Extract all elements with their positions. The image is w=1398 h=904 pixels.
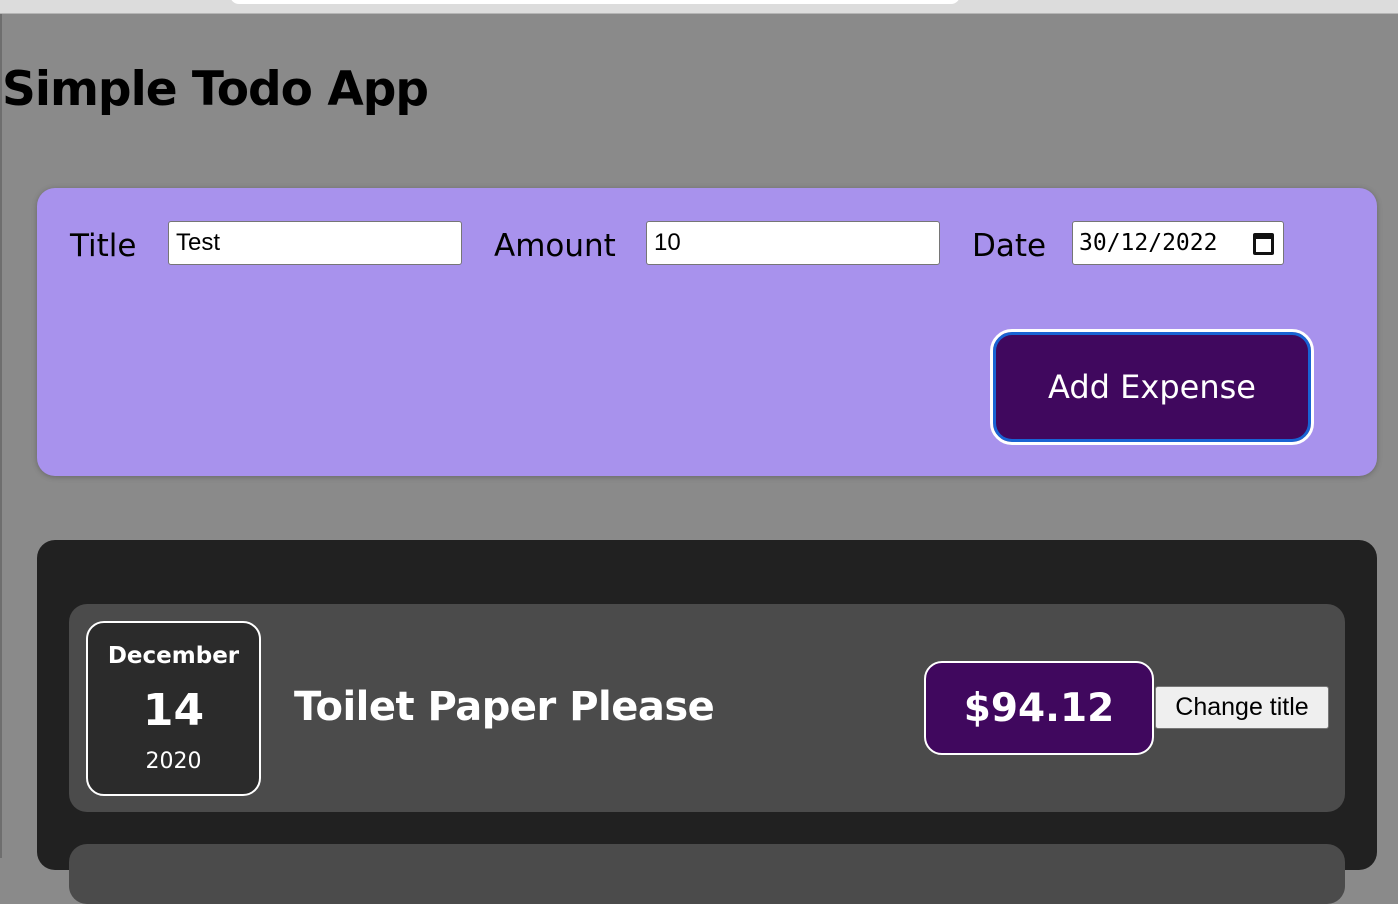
add-expense-button[interactable]: Add Expense (990, 329, 1314, 445)
expense-item: December 14 2020 Toilet Paper Please $94… (69, 604, 1345, 812)
change-title-button[interactable]: Change title (1155, 686, 1329, 729)
expense-title: Toilet Paper Please (294, 684, 715, 730)
amount-label: Amount (494, 228, 616, 264)
browser-top-bar (0, 0, 1398, 14)
expense-date: December 14 2020 (86, 621, 261, 796)
address-bar[interactable] (230, 0, 960, 4)
expense-price: $94.12 (924, 661, 1154, 755)
window-edge (0, 14, 2, 858)
page-title: Simple Todo App (2, 62, 429, 117)
expense-date-day: 14 (142, 685, 205, 736)
expense-date-month: December (107, 643, 240, 669)
date-input[interactable]: 30/12/2022 (1072, 221, 1284, 265)
new-expense-form: Title Amount Date 30/12/2022 Add Expense (37, 188, 1377, 476)
expense-item-partial (69, 844, 1345, 904)
amount-input[interactable] (646, 221, 940, 265)
expense-date-year: 2020 (145, 749, 202, 774)
expenses-list: December 14 2020 Toilet Paper Please $94… (37, 540, 1377, 904)
date-label: Date (972, 228, 1047, 264)
title-input[interactable] (168, 221, 462, 265)
title-label: Title (70, 228, 137, 264)
date-value: 30/12/2022 (1079, 230, 1218, 256)
calendar-icon[interactable] (1253, 233, 1274, 255)
